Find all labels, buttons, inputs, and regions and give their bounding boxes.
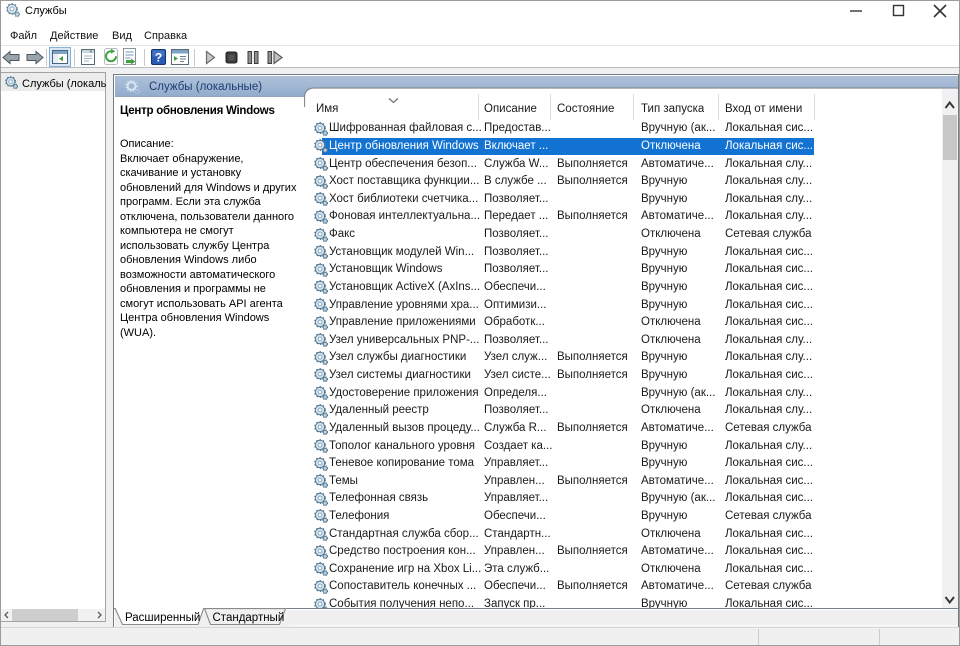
svg-text:Стандартный: Стандартный: [213, 612, 285, 624]
svg-text:?: ?: [155, 51, 162, 65]
svg-text:Расширенный: Расширенный: [125, 612, 200, 624]
